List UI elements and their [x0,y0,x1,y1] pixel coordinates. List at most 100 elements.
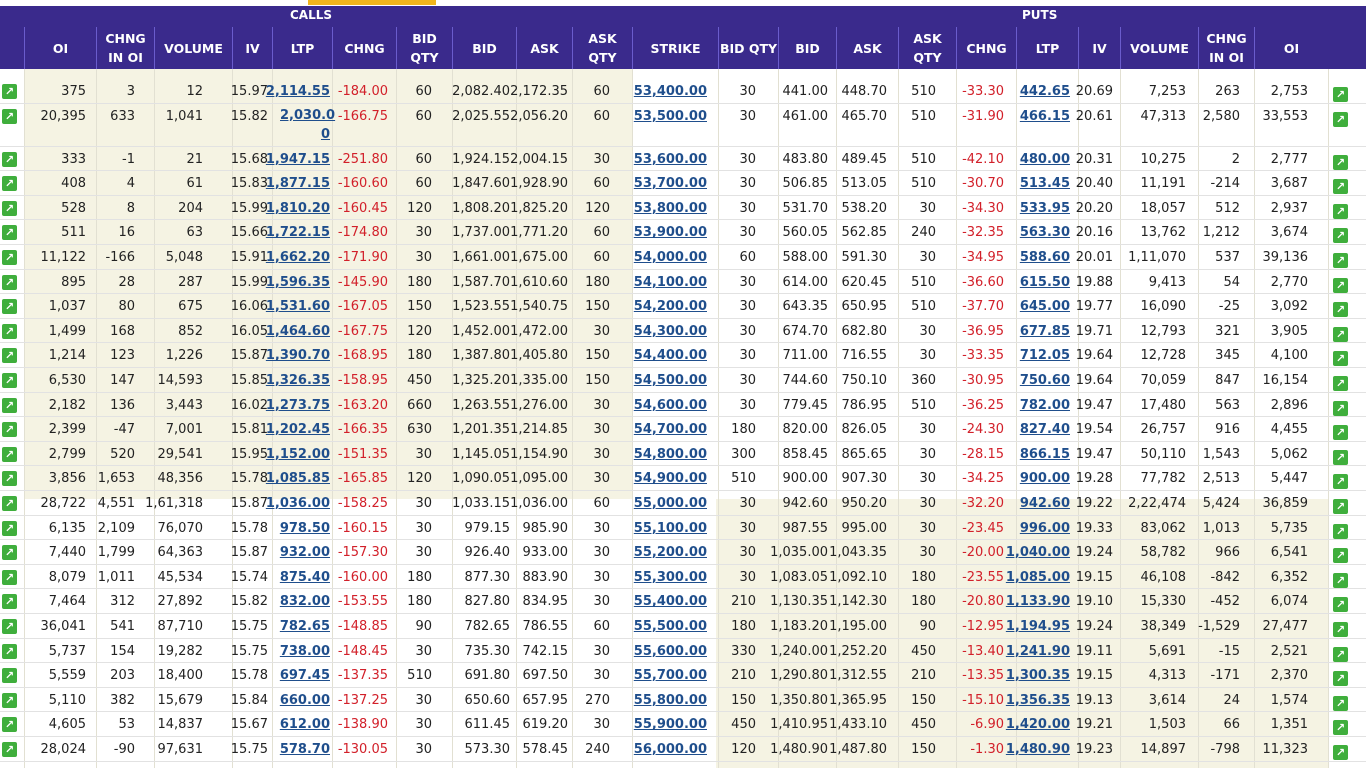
chart-trend-icon[interactable]: ↗ [1333,277,1348,293]
put-ltp-value[interactable]: 900.00 [1020,471,1070,486]
chart-trend-icon[interactable]: ↗ [2,422,17,438]
strike-price-link[interactable]: 55,700.00 [634,668,707,683]
chart-trend-icon[interactable]: ↗ [2,176,17,192]
strike-price-link[interactable]: 53,700.00 [634,176,707,191]
put-ltp-value[interactable]: 1,300.35 [1006,668,1070,683]
chart-trend-icon[interactable]: ↗ [1333,523,1348,539]
chart-trend-icon[interactable]: ↗ [2,225,17,241]
chart-trend-icon[interactable]: ↗ [1333,646,1348,662]
chart-trend-icon[interactable]: ↗ [2,569,17,585]
chart-trend-icon[interactable]: ↗ [2,520,17,536]
chart-trend-icon[interactable]: ↗ [1333,499,1348,514]
chart-trend-icon[interactable]: ↗ [1333,449,1348,465]
call-ltp-value[interactable]: 2,114.55 [266,84,330,99]
chart-trend-icon[interactable]: ↗ [1333,745,1348,760]
chart-trend-icon[interactable]: ↗ [2,594,17,610]
put-ltp-value[interactable]: 513.45 [1020,176,1070,191]
chart-trend-icon[interactable]: ↗ [1333,695,1348,711]
chart-trend-icon[interactable]: ↗ [1333,622,1348,637]
strike-price-link[interactable]: 53,800.00 [634,201,707,216]
put-ltp-value[interactable]: 563.30 [1020,225,1070,240]
put-ltp-value[interactable]: 533.95 [1020,201,1070,216]
chart-trend-icon[interactable]: ↗ [2,348,17,364]
call-ltp-value[interactable]: 612.00 [280,717,330,732]
put-ltp-value[interactable]: 480.00 [1020,152,1070,167]
call-ltp-value[interactable]: 738.00 [280,644,330,659]
call-ltp-value[interactable]: 932.00 [280,545,330,560]
strike-price-link[interactable]: 53,400.00 [634,84,707,99]
strike-price-link[interactable]: 54,800.00 [634,447,707,462]
chart-trend-icon[interactable]: ↗ [2,299,17,315]
put-ltp-value[interactable]: 1,356.35 [1006,693,1070,708]
strike-price-link[interactable]: 54,600.00 [634,398,707,413]
chart-trend-icon[interactable]: ↗ [1333,302,1348,318]
put-ltp-value[interactable]: 782.00 [1020,398,1070,413]
chart-trend-icon[interactable]: ↗ [1333,474,1348,490]
call-ltp-value[interactable]: 1,877.15 [266,176,330,191]
chart-trend-icon[interactable]: ↗ [1333,671,1348,687]
put-ltp-value[interactable]: 588.60 [1020,250,1070,265]
chart-trend-icon[interactable]: ↗ [2,742,17,757]
call-ltp-value[interactable]: 697.45 [280,668,330,683]
put-ltp-value[interactable]: 1,480.90 [1006,742,1070,757]
chart-trend-icon[interactable]: ↗ [1333,548,1348,564]
chart-trend-icon[interactable]: ↗ [2,323,17,339]
chart-trend-icon[interactable]: ↗ [2,151,17,167]
put-ltp-value[interactable]: 1,194.95 [1006,619,1070,634]
chart-trend-icon[interactable]: ↗ [1333,720,1348,736]
put-ltp-value[interactable]: 827.40 [1020,422,1070,437]
chart-trend-icon[interactable]: ↗ [1333,400,1348,416]
strike-price-link[interactable]: 55,400.00 [634,594,707,609]
call-ltp-value[interactable]: 1,722.15 [266,225,330,240]
chart-trend-icon[interactable]: ↗ [2,250,17,265]
strike-price-link[interactable]: 55,000.00 [634,496,707,511]
put-ltp-value[interactable]: 996.00 [1020,521,1070,536]
call-ltp-value[interactable]: 832.00 [280,594,330,609]
chart-trend-icon[interactable]: ↗ [2,717,17,733]
call-ltp-value[interactable]: 1,390.70 [266,348,330,363]
strike-price-link[interactable]: 55,200.00 [634,545,707,560]
chart-trend-icon[interactable]: ↗ [2,84,17,99]
strike-price-link[interactable]: 54,500.00 [634,373,707,388]
strike-price-link[interactable]: 55,900.00 [634,717,707,732]
call-ltp-value[interactable]: 1,464.60 [266,324,330,339]
strike-price-link[interactable]: 55,600.00 [634,644,707,659]
strike-price-link[interactable]: 54,900.00 [634,471,707,486]
strike-price-link[interactable]: 56,000.00 [634,742,707,757]
strike-price-link[interactable]: 55,300.00 [634,570,707,585]
call-ltp-value[interactable]: 978.50 [280,521,330,536]
strike-price-link[interactable]: 54,400.00 [634,348,707,363]
chart-trend-icon[interactable]: ↗ [2,668,17,684]
put-ltp-value[interactable]: 615.50 [1020,275,1070,290]
call-ltp-value[interactable]: 578.70 [280,742,330,757]
chart-trend-icon[interactable]: ↗ [1333,597,1348,613]
strike-price-link[interactable]: 55,800.00 [634,693,707,708]
put-ltp-value[interactable]: 1,241.90 [1006,644,1070,659]
strike-price-link[interactable]: 54,300.00 [634,324,707,339]
call-ltp-value[interactable]: 1,810.20 [266,201,330,216]
put-ltp-value[interactable]: 677.85 [1020,324,1070,339]
put-ltp-value[interactable]: 942.60 [1020,496,1070,511]
call-ltp-value[interactable]: 782.65 [280,619,330,634]
put-ltp-value[interactable]: 750.60 [1020,373,1070,388]
chart-trend-icon[interactable]: ↗ [2,446,17,462]
chart-trend-icon[interactable]: ↗ [2,496,17,511]
chart-trend-icon[interactable]: ↗ [2,274,17,290]
call-ltp-value[interactable]: 1,202.45 [266,422,330,437]
chart-trend-icon[interactable]: ↗ [2,619,17,634]
chart-trend-icon[interactable]: ↗ [1333,111,1348,127]
chart-trend-icon[interactable]: ↗ [2,397,17,413]
call-ltp-value[interactable]: 1,531.60 [266,299,330,314]
chart-trend-icon[interactable]: ↗ [2,471,17,487]
strike-price-link[interactable]: 54,700.00 [634,422,707,437]
call-ltp-value[interactable]: 1,273.75 [266,398,330,413]
chart-trend-icon[interactable]: ↗ [2,692,17,708]
call-ltp-value[interactable]: 1,596.35 [266,275,330,290]
chart-trend-icon[interactable]: ↗ [1333,179,1348,195]
chart-trend-icon[interactable]: ↗ [1333,572,1348,588]
chart-trend-icon[interactable]: ↗ [1333,253,1348,268]
chart-trend-icon[interactable]: ↗ [1333,154,1348,170]
chart-trend-icon[interactable]: ↗ [1333,326,1348,342]
chart-trend-icon[interactable]: ↗ [2,545,17,561]
strike-price-link[interactable]: 54,000.00 [634,250,707,265]
